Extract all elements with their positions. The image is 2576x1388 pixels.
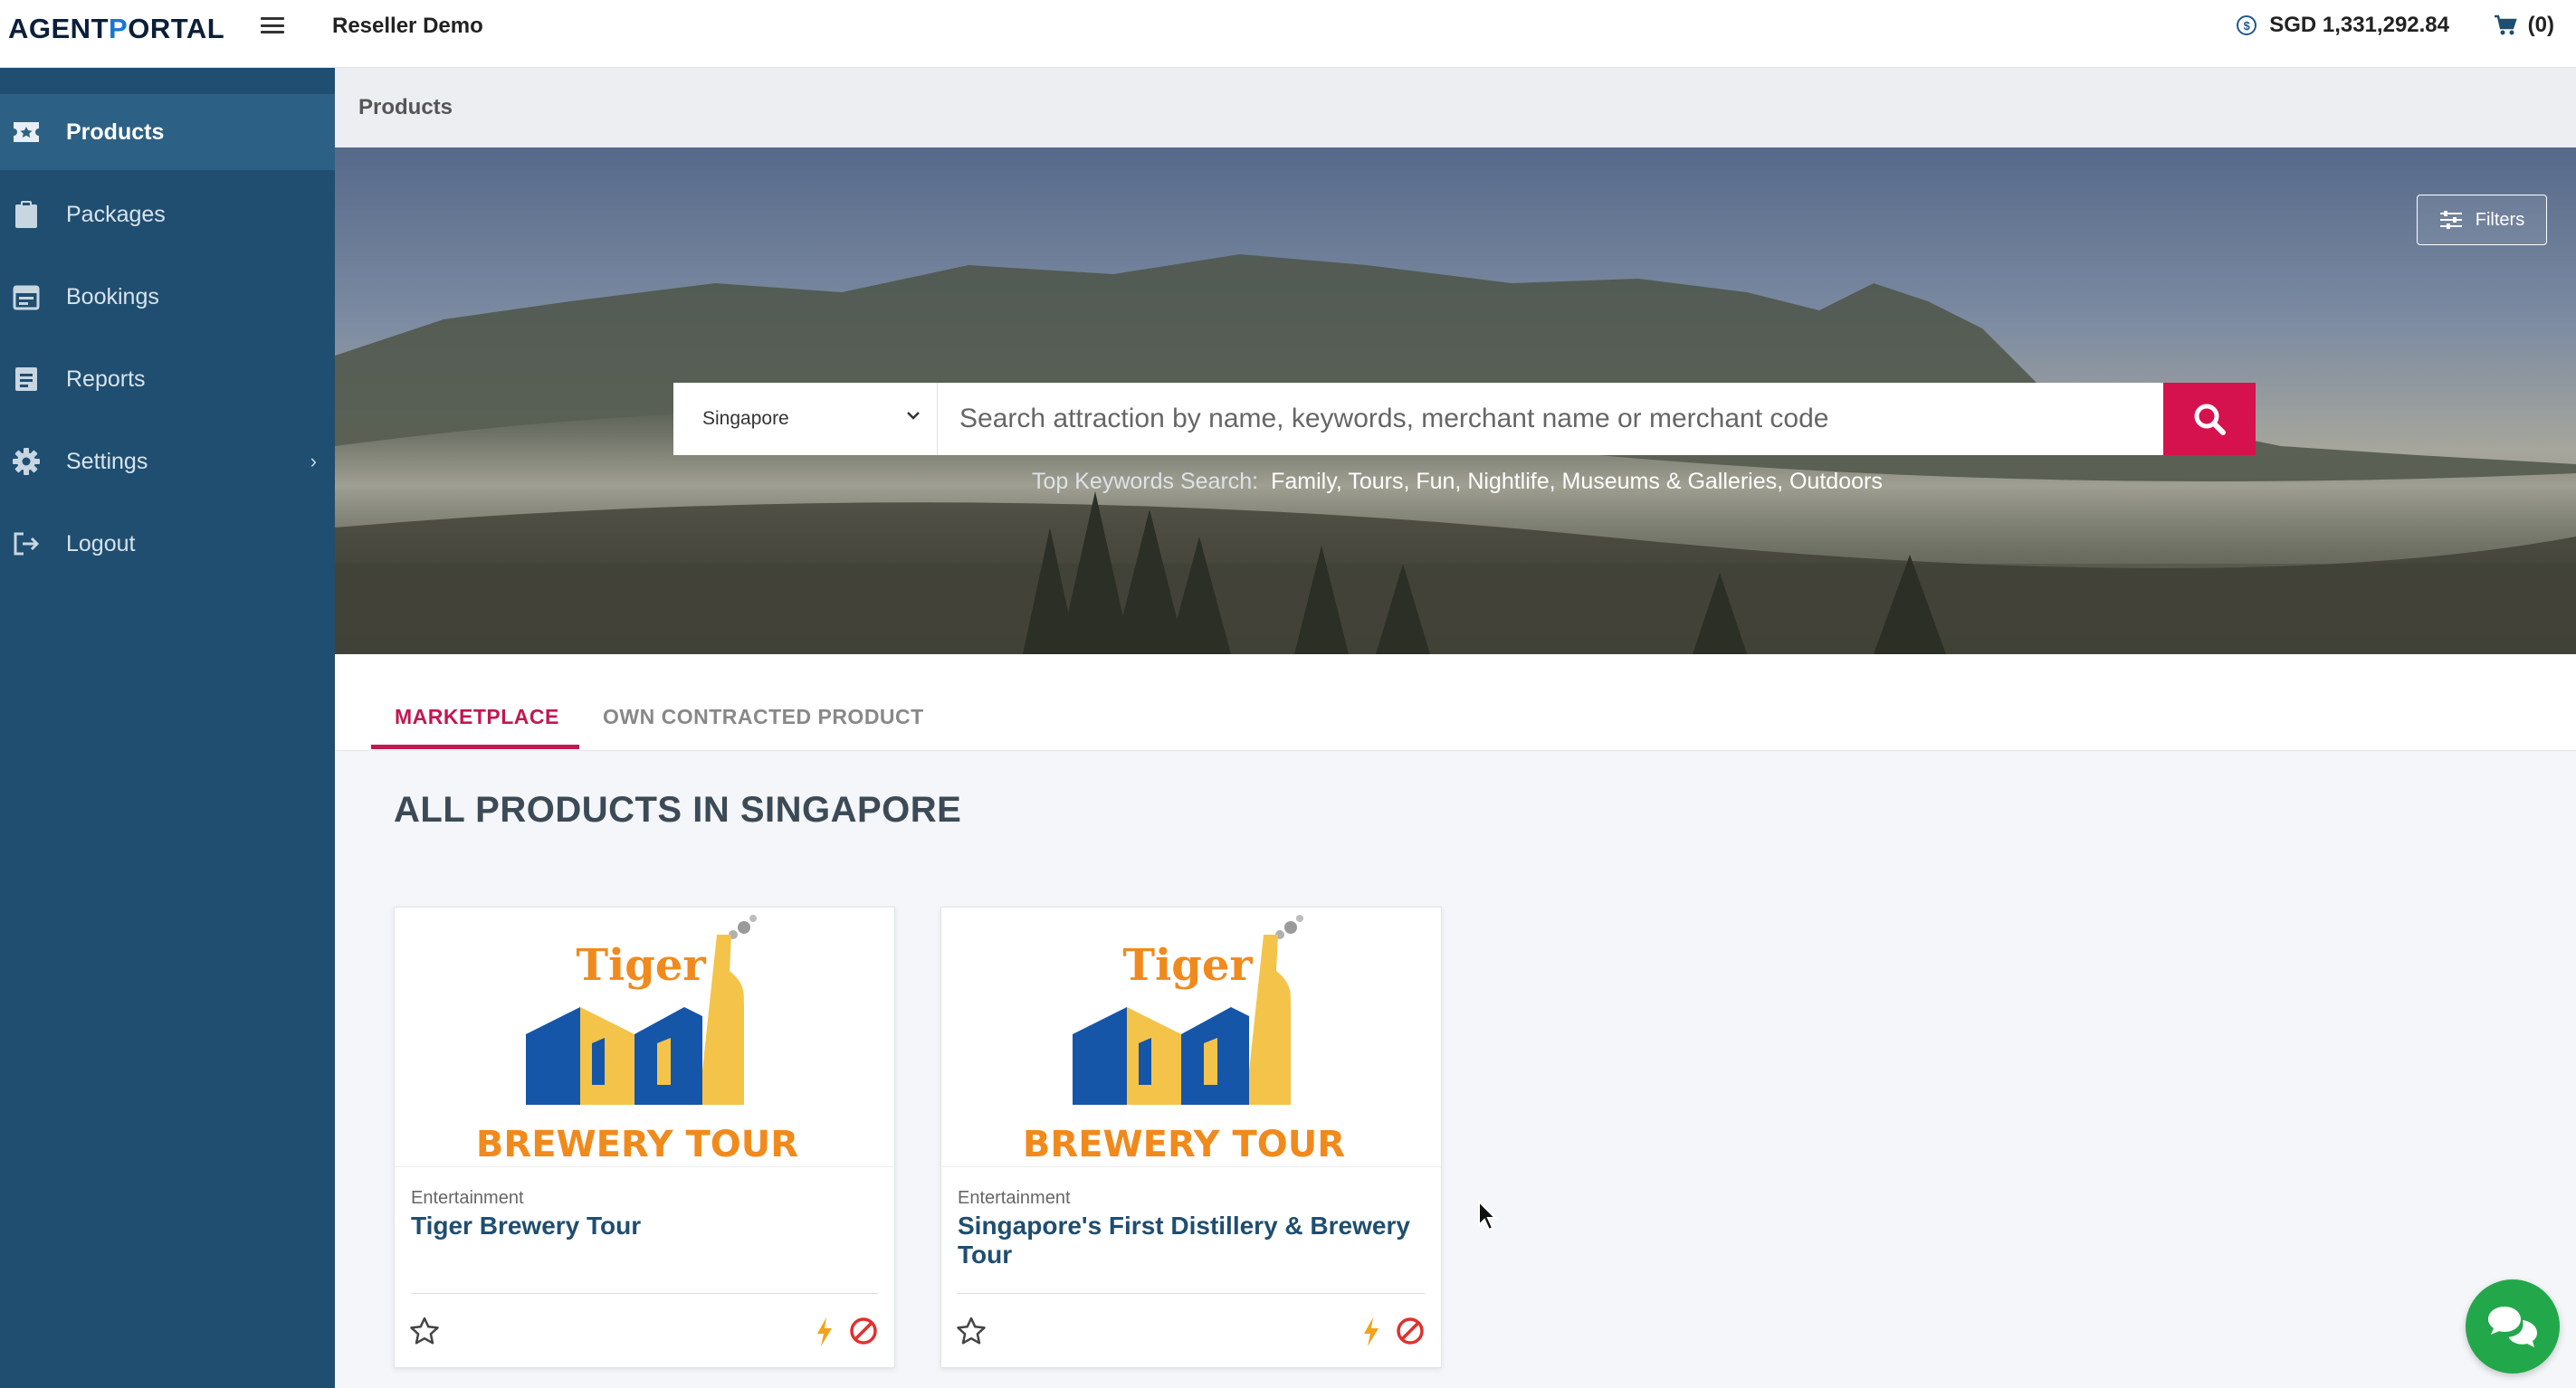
- svg-text:BREWERY TOUR: BREWERY TOUR: [476, 1124, 798, 1165]
- sidebar-item-products[interactable]: Products: [0, 94, 335, 170]
- tab-own-contracted-product[interactable]: OWN CONTRACTED PRODUCT: [603, 705, 924, 729]
- logo-text-gent: GENT: [28, 13, 110, 44]
- svg-text:BREWERY TOUR: BREWERY TOUR: [1023, 1124, 1345, 1165]
- product-title[interactable]: Singapore's First Distillery & Brewery T…: [958, 1212, 1419, 1269]
- product-category: Entertainment: [958, 1188, 1071, 1208]
- logo-letter-a: A: [8, 13, 29, 44]
- chat-bubbles-icon: [2488, 1307, 2537, 1347]
- report-icon: [11, 364, 42, 395]
- balance-amount: SGD 1,331,292.84: [2269, 13, 2449, 37]
- hero-banner: Filters Singapore Top Keywords Search: F…: [335, 147, 2576, 654]
- calendar-icon: [11, 281, 42, 312]
- sidebar-item-label: Products: [66, 119, 165, 145]
- breadcrumb: Products: [335, 68, 2576, 147]
- sidebar-item-logout[interactable]: Logout: [0, 506, 335, 582]
- card-divider: [411, 1293, 878, 1294]
- non-refundable-icon[interactable]: [1396, 1317, 1425, 1350]
- sidebar-item-label: Logout: [66, 530, 136, 556]
- clipboard-icon: [11, 199, 42, 230]
- country-select[interactable]: Singapore: [673, 383, 938, 455]
- account-name: Reseller Demo: [332, 14, 483, 38]
- instant-confirm-bolt-icon: [815, 1317, 835, 1352]
- product-card[interactable]: Tiger BREWERY TOUR Entertainment Tiger B…: [394, 907, 895, 1368]
- favorite-star-icon[interactable]: [956, 1317, 987, 1350]
- cart-button[interactable]: (0): [2494, 13, 2554, 38]
- sidebar-item-label: Settings: [66, 448, 148, 474]
- svg-text:Tiger: Tiger: [576, 940, 706, 991]
- product-tabs: MARKETPLACE OWN CONTRACTED PRODUCT: [335, 654, 2576, 751]
- logout-icon: [11, 528, 42, 559]
- search-input[interactable]: [938, 383, 2163, 455]
- chevron-down-icon: [907, 412, 920, 420]
- non-refundable-icon[interactable]: [849, 1317, 878, 1350]
- search-button[interactable]: [2163, 383, 2256, 455]
- search-icon: [2194, 404, 2226, 435]
- sliders-icon: [2439, 211, 2462, 229]
- product-image: Tiger BREWERY TOUR: [941, 908, 1441, 1167]
- sidebar-item-bookings[interactable]: Bookings: [0, 259, 335, 335]
- tiger-brewery-logo-image: Tiger BREWERY TOUR: [476, 915, 798, 1165]
- gear-icon: [11, 446, 42, 477]
- card-divider: [958, 1293, 1425, 1294]
- favorite-star-icon[interactable]: [409, 1317, 440, 1350]
- product-image: Tiger BREWERY TOUR: [395, 908, 894, 1167]
- sidebar: Products Packages Bookings Reports Setti…: [0, 68, 335, 1388]
- cart-count: (0): [2527, 13, 2554, 37]
- product-card[interactable]: Tiger BREWERY TOUR Entertainment Singapo…: [940, 907, 1442, 1368]
- top-keywords: Top Keywords Search: Family, Tours, Fun,…: [1032, 469, 1883, 495]
- instant-confirm-bolt-icon: [1361, 1317, 1381, 1352]
- sidebar-item-label: Reports: [66, 366, 146, 392]
- tiger-brewery-logo-image: Tiger BREWERY TOUR: [1023, 915, 1345, 1165]
- filters-button[interactable]: Filters: [2417, 195, 2547, 245]
- tab-marketplace[interactable]: MARKETPLACE: [395, 705, 559, 729]
- agentportal-logo[interactable]: AGENTPORTAL: [8, 13, 224, 45]
- section-title: ALL PRODUCTS IN SINGAPORE: [394, 790, 962, 830]
- mouse-cursor-icon: [1478, 1200, 1498, 1231]
- svg-text:Tiger: Tiger: [1122, 940, 1253, 991]
- filters-label: Filters: [2475, 209, 2525, 230]
- sidebar-item-label: Packages: [66, 201, 166, 227]
- menu-toggle-icon[interactable]: [261, 14, 284, 36]
- ticket-icon: [11, 117, 42, 147]
- cart-icon: [2494, 14, 2517, 35]
- coin-icon: $: [2237, 15, 2257, 35]
- search-bar: Singapore: [673, 383, 2256, 455]
- sidebar-item-settings[interactable]: Settings ›: [0, 423, 335, 499]
- active-tab-indicator: [371, 745, 579, 749]
- sidebar-item-label: Bookings: [66, 283, 159, 309]
- logo-letter-p: P: [109, 13, 129, 44]
- sidebar-item-packages[interactable]: Packages: [0, 176, 335, 252]
- keywords-label: Top Keywords Search:: [1032, 469, 1259, 494]
- chat-button[interactable]: [2466, 1279, 2560, 1374]
- sidebar-item-reports[interactable]: Reports: [0, 341, 335, 417]
- top-bar: AGENTPORTAL Reseller Demo $ SGD 1,331,29…: [0, 0, 2576, 68]
- wallet-balance: $ SGD 1,331,292.84: [2237, 13, 2449, 38]
- product-title[interactable]: Tiger Brewery Tour: [411, 1212, 873, 1241]
- logo-text-ortal: ORTAL: [128, 13, 225, 44]
- country-select-value: Singapore: [702, 408, 789, 429]
- product-category: Entertainment: [411, 1188, 524, 1208]
- chevron-right-icon: ›: [310, 450, 317, 472]
- keywords-list[interactable]: Family, Tours, Fun, Nightlife, Museums &…: [1271, 469, 1883, 495]
